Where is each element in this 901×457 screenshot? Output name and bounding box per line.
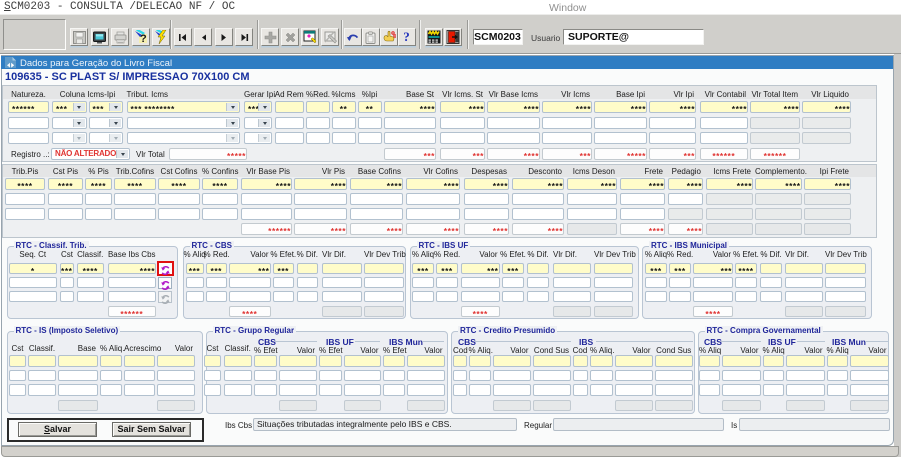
svg-text:?: ? [140, 33, 147, 44]
